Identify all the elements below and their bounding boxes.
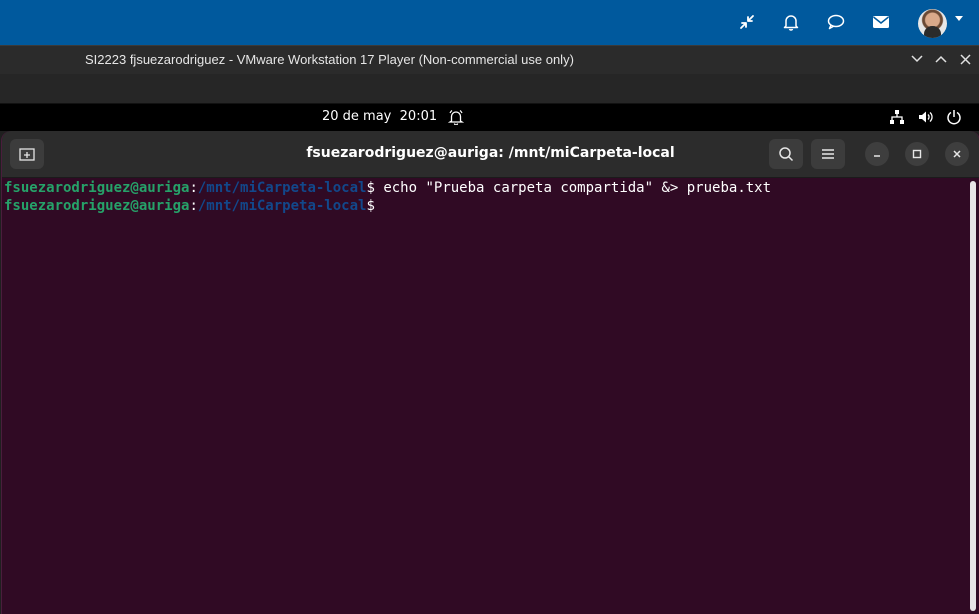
- chevron-down-icon[interactable]: [909, 51, 925, 67]
- terminal-line: fsuezarodriguez@auriga:/mnt/miCarpeta-lo…: [4, 197, 964, 215]
- menu-button[interactable]: [811, 139, 845, 169]
- minimize-button[interactable]: [865, 142, 889, 166]
- minimize-icon: [874, 155, 880, 157]
- window-title: SI2223 fjsuezarodriguez - VMware Worksta…: [85, 52, 574, 67]
- user-avatar[interactable]: [918, 9, 947, 38]
- hamburger-icon: [822, 149, 834, 159]
- volume-icon[interactable]: [918, 109, 934, 129]
- close-icon[interactable]: [957, 51, 973, 67]
- terminal-scrollbar[interactable]: [970, 181, 976, 611]
- mail-icon[interactable]: [869, 10, 893, 34]
- vmware-toolbar: [0, 74, 979, 104]
- maximize-button[interactable]: [905, 142, 929, 166]
- date-time[interactable]: 20 de may 20:01: [322, 109, 437, 124]
- prompt-path: /mnt/miCarpeta-local: [197, 198, 367, 214]
- prompt-user: fsuezarodriguez@auriga: [4, 180, 190, 196]
- maximize-icon: [912, 149, 922, 159]
- network-icon[interactable]: [889, 109, 905, 129]
- date-label: 20 de may: [322, 109, 392, 124]
- search-icon: [779, 147, 794, 162]
- terminal-header-bar: fsuezarodriguez@auriga: /mnt/miCarpeta-l…: [2, 131, 979, 178]
- prompt-user: fsuezarodriguez@auriga: [4, 198, 190, 214]
- prompt-separator: :: [189, 198, 198, 214]
- close-button[interactable]: [945, 142, 969, 166]
- notification-bell-icon[interactable]: [447, 109, 465, 129]
- prompt-symbol: $: [366, 198, 375, 214]
- host-top-bar: [0, 0, 979, 45]
- chevron-up-icon[interactable]: [933, 51, 949, 67]
- close-icon: [953, 150, 961, 158]
- gnome-top-panel: 20 de may 20:01: [0, 104, 979, 131]
- vmware-title-bar: SI2223 fjsuezarodriguez - VMware Worksta…: [0, 45, 979, 74]
- prompt-path: /mnt/miCarpeta-local: [197, 180, 367, 196]
- power-icon[interactable]: [946, 109, 962, 129]
- bell-icon[interactable]: [779, 10, 803, 34]
- time-label: 20:01: [399, 109, 438, 124]
- collapse-icon[interactable]: [735, 10, 759, 34]
- terminal-window: fsuezarodriguez@auriga: /mnt/miCarpeta-l…: [1, 131, 979, 614]
- terminal-line: fsuezarodriguez@auriga:/mnt/miCarpeta-lo…: [4, 179, 964, 197]
- prompt-symbol: $: [366, 180, 384, 196]
- command-text: echo "Prueba carpeta compartida" &> prue…: [383, 180, 772, 196]
- search-button[interactable]: [769, 139, 803, 169]
- chevron-down-icon[interactable]: [955, 16, 963, 21]
- terminal-output[interactable]: fsuezarodriguez@auriga:/mnt/miCarpeta-lo…: [4, 179, 964, 609]
- chat-icon[interactable]: [824, 10, 848, 34]
- prompt-separator: :: [189, 180, 198, 196]
